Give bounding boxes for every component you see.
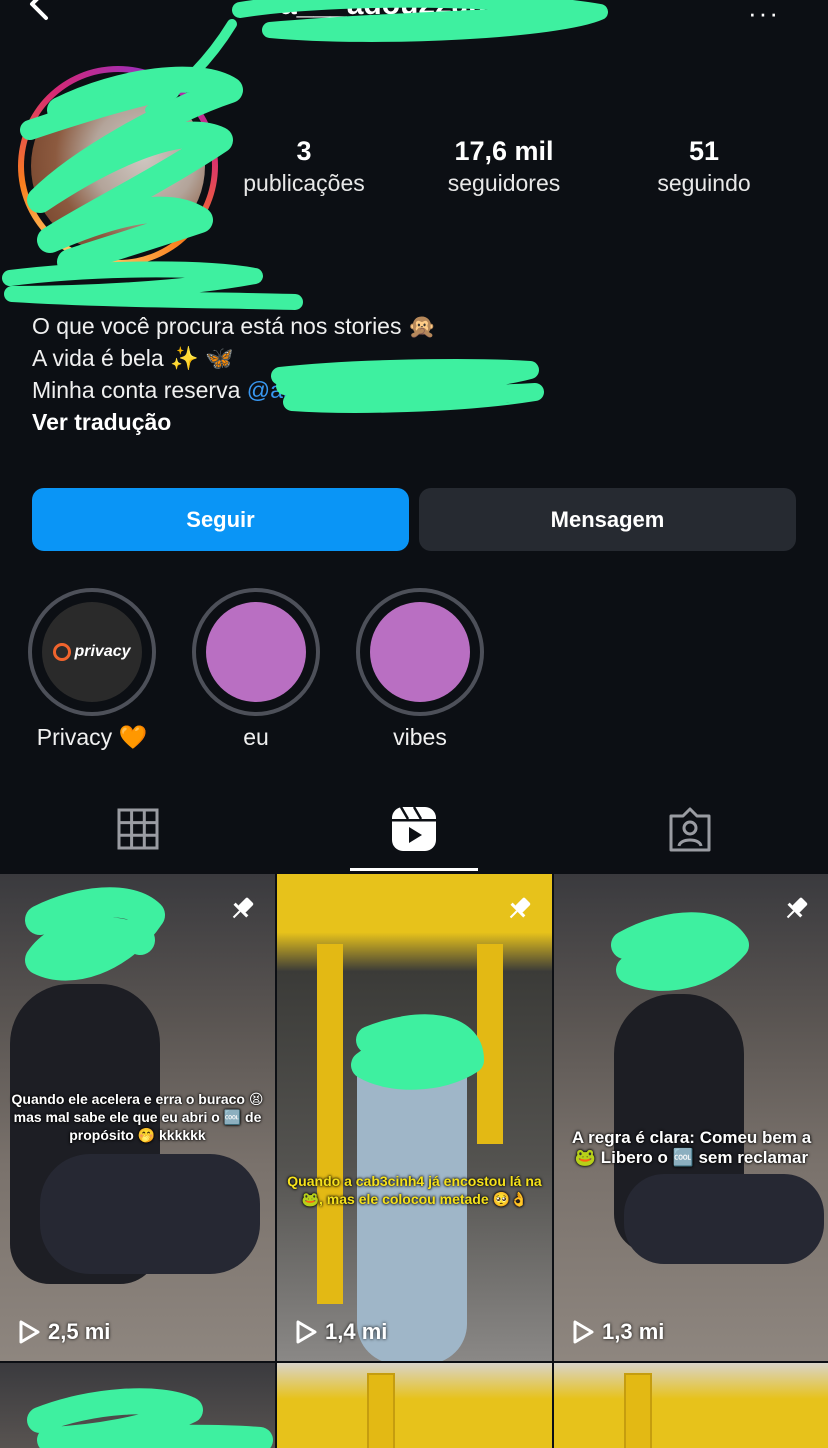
highlight-ring bbox=[356, 588, 484, 716]
reel-view-count: 1,4 mi bbox=[325, 1319, 388, 1344]
play-icon bbox=[573, 1320, 594, 1344]
highlight-cover: privacy bbox=[42, 602, 142, 702]
tagged-user-icon bbox=[669, 807, 711, 852]
top-bar: a___adou22adaa_ ··· bbox=[0, 0, 828, 40]
profile-bio: Amanda O que você procura está nos stori… bbox=[32, 278, 792, 438]
reel-thumbnail[interactable]: A regra é clara: Comeu bem a 🐸 Libero o … bbox=[554, 874, 828, 1361]
follow-button[interactable]: Seguir bbox=[32, 488, 409, 551]
highlight-ring: privacy bbox=[28, 588, 156, 716]
highlight-cover bbox=[206, 602, 306, 702]
reel-thumbnail[interactable] bbox=[554, 1363, 828, 1448]
highlight-vibes[interactable]: vibes bbox=[356, 588, 484, 751]
highlight-cover bbox=[370, 602, 470, 702]
tab-reels[interactable] bbox=[276, 786, 552, 872]
profile-name: Amanda bbox=[32, 281, 123, 307]
reel-thumbnail[interactable] bbox=[277, 1363, 552, 1448]
reel-views: 2,5 mi bbox=[18, 1319, 110, 1345]
bio-line: O que você procura está nos stories 🙊 bbox=[32, 313, 437, 339]
bio-line: A vida é bela ✨ 🦋 bbox=[32, 345, 234, 371]
following-label: seguindo bbox=[657, 170, 751, 196]
tab-grid[interactable] bbox=[0, 786, 276, 872]
profile-username: a___adou22adaa_ bbox=[280, 0, 537, 21]
reels-icon bbox=[392, 806, 436, 851]
message-button[interactable]: Mensagem bbox=[419, 488, 796, 551]
reel-thumbnail[interactable] bbox=[0, 1363, 275, 1448]
avatar bbox=[31, 79, 205, 253]
reel-views: 1,4 mi bbox=[295, 1319, 387, 1345]
highlight-label: eu bbox=[243, 724, 269, 750]
pin-icon bbox=[232, 897, 254, 919]
reel-view-count: 1,3 mi bbox=[602, 1319, 665, 1344]
stat-following[interactable]: 51 seguindo bbox=[614, 134, 794, 198]
reel-caption: Quando a cab3cinh4 já encostou lá na 🐸, … bbox=[287, 1173, 542, 1207]
stat-followers[interactable]: 17,6 mil seguidores bbox=[414, 134, 594, 198]
profile-tab-bar bbox=[0, 786, 828, 872]
stat-posts[interactable]: 3 publicações bbox=[214, 134, 394, 198]
more-horizontal-icon[interactable]: ··· bbox=[748, 0, 780, 29]
see-translation-link[interactable]: Ver tradução bbox=[32, 406, 792, 438]
privacy-logo-text: privacy bbox=[74, 643, 131, 660]
active-tab-indicator bbox=[350, 868, 478, 871]
following-count: 51 bbox=[688, 136, 720, 166]
pin-icon bbox=[509, 897, 531, 919]
reel-thumbnail[interactable]: Quando ele acelera e erra o buraco 😫 mas… bbox=[0, 874, 275, 1361]
highlight-label: vibes bbox=[393, 724, 447, 750]
tab-tagged[interactable] bbox=[552, 786, 828, 872]
followers-count: 17,6 mil bbox=[454, 136, 554, 166]
reel-caption: A regra é clara: Comeu bem a 🐸 Libero o … bbox=[571, 1128, 812, 1167]
posts-count: 3 bbox=[296, 136, 312, 166]
highlight-ring bbox=[192, 588, 320, 716]
highlight-privacy[interactable]: privacy Privacy 🧡 bbox=[28, 588, 156, 751]
highlight-eu[interactable]: eu bbox=[192, 588, 320, 751]
grid-icon bbox=[117, 808, 159, 850]
reel-thumbnail[interactable]: Quando a cab3cinh4 já encostou lá na 🐸, … bbox=[277, 874, 552, 1361]
play-icon bbox=[19, 1320, 40, 1344]
posts-label: publicações bbox=[243, 170, 365, 196]
bio-line-reserve: Minha conta reserva @amanda bbox=[32, 374, 792, 406]
mention-link[interactable]: @amanda bbox=[247, 377, 353, 403]
reel-caption: Quando ele acelera e erra o buraco 😫 mas… bbox=[11, 1091, 264, 1143]
reels-grid: Quando ele acelera e erra o buraco 😫 mas… bbox=[0, 874, 828, 1448]
chevron-left-icon[interactable] bbox=[24, 0, 56, 26]
play-icon bbox=[296, 1320, 317, 1344]
pin-icon bbox=[786, 897, 808, 919]
bio-line-text: Minha conta reserva bbox=[32, 377, 247, 403]
reel-view-count: 2,5 mi bbox=[48, 1319, 111, 1344]
highlight-label: Privacy 🧡 bbox=[36, 724, 148, 750]
reel-views: 1,3 mi bbox=[572, 1319, 664, 1345]
privacy-logo-icon bbox=[53, 643, 72, 661]
story-ring[interactable] bbox=[18, 66, 218, 266]
privacy-logo: privacy bbox=[42, 602, 142, 702]
followers-label: seguidores bbox=[447, 170, 561, 196]
